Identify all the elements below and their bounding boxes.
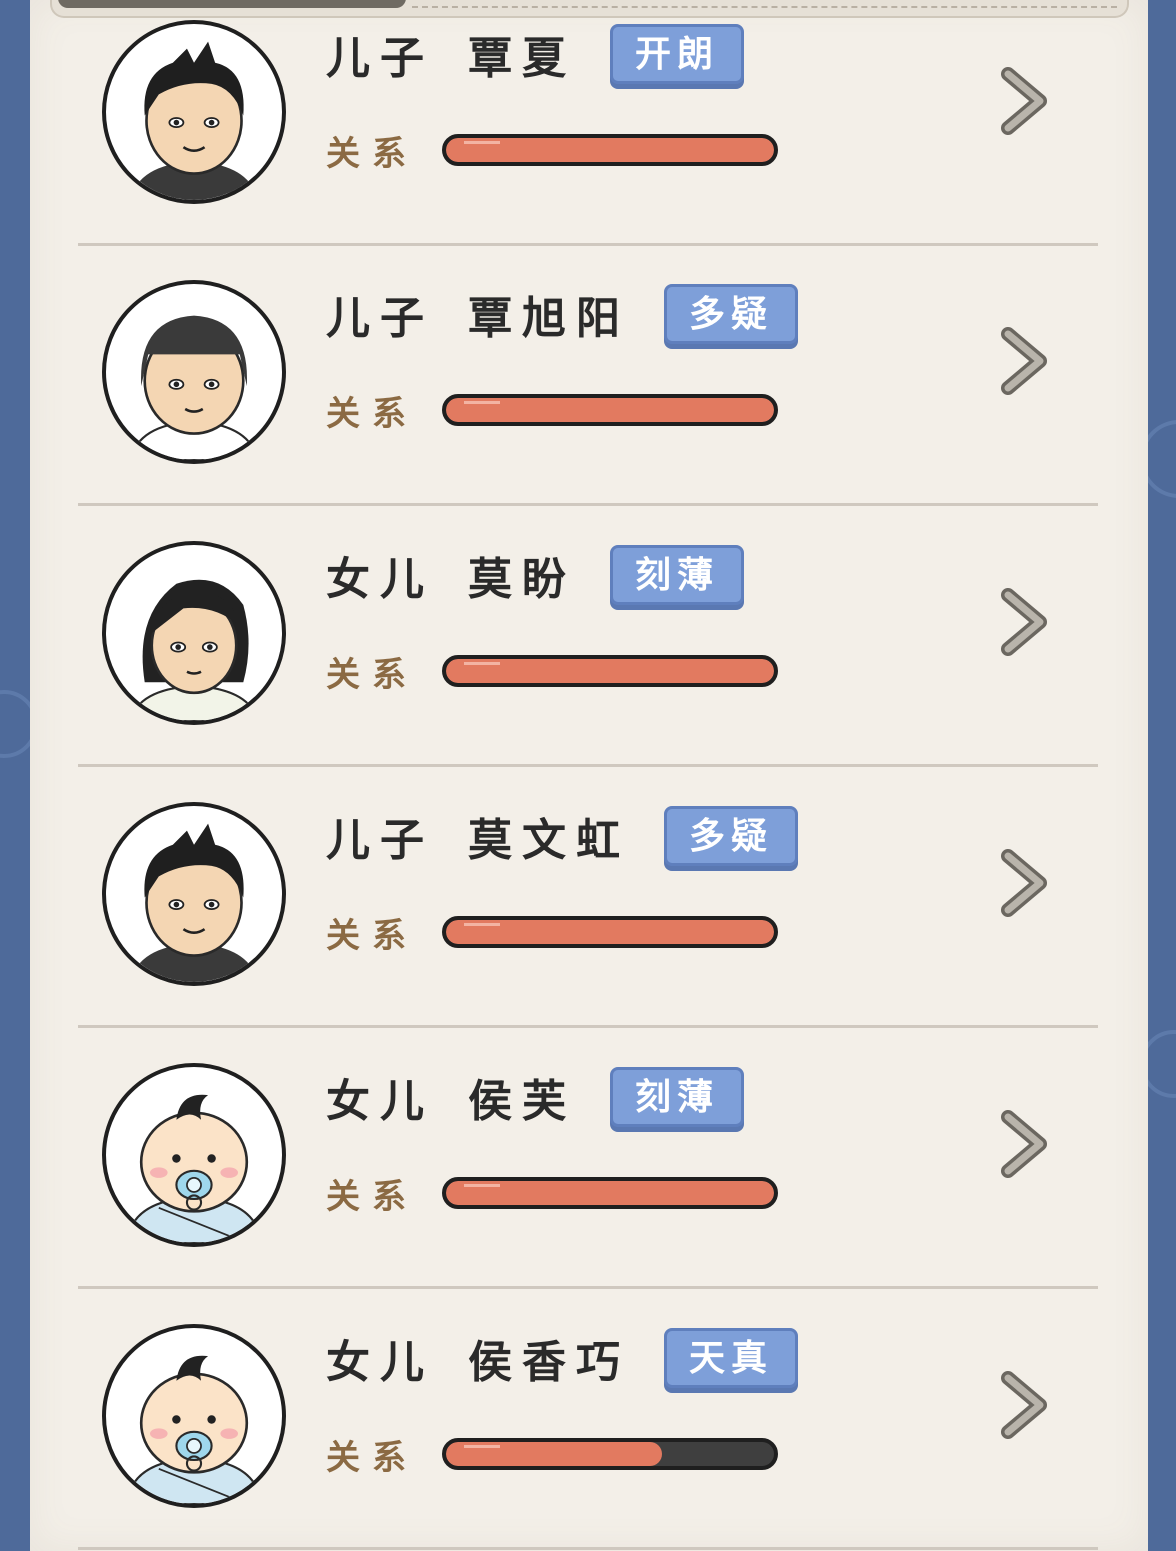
family-member-row[interactable]: 女儿 莫盼 刻薄 关系 bbox=[78, 507, 1098, 767]
member-relation: 女儿 bbox=[326, 1337, 434, 1388]
relationship-label: 关系 bbox=[326, 394, 418, 434]
avatar-adult-male-spiky-hair bbox=[102, 20, 286, 204]
relationship-bar-shine bbox=[464, 1445, 500, 1448]
chevron-right-icon[interactable] bbox=[996, 1109, 1054, 1179]
relationship-bar bbox=[442, 134, 778, 166]
member-name: 侯芙 bbox=[468, 1076, 576, 1127]
row-divider bbox=[78, 503, 1098, 506]
member-relation: 儿子 bbox=[326, 33, 434, 84]
chevron-right-icon[interactable] bbox=[996, 1370, 1054, 1440]
relationship-bar bbox=[442, 655, 778, 687]
relationship-label: 关系 bbox=[326, 1438, 418, 1478]
relationship-bar-shine bbox=[464, 401, 500, 404]
family-member-row[interactable]: 女儿 侯芙 刻薄 关系 bbox=[78, 1029, 1098, 1289]
row-divider bbox=[78, 1286, 1098, 1289]
avatar-adult-female-short-hair bbox=[102, 541, 286, 725]
family-member-row[interactable]: 儿子 覃夏 开朗 关系 bbox=[78, 0, 1098, 246]
member-name: 覃旭阳 bbox=[468, 293, 630, 344]
member-name: 莫文虹 bbox=[468, 815, 630, 866]
chevron-right-icon[interactable] bbox=[996, 66, 1054, 136]
member-name: 覃夏 bbox=[468, 33, 576, 84]
relationship-bar bbox=[442, 394, 778, 426]
chevron-right-icon[interactable] bbox=[996, 587, 1054, 657]
relationship-bar bbox=[442, 1438, 778, 1470]
relationship-bar-shine bbox=[464, 923, 500, 926]
row-divider bbox=[78, 1025, 1098, 1028]
relationship-bar-shine bbox=[464, 141, 500, 144]
relationship-bar bbox=[442, 1177, 778, 1209]
personality-tag: 天真 bbox=[664, 1328, 799, 1388]
avatar-adult-male-spiky-hair bbox=[102, 802, 286, 986]
member-relation: 儿子 bbox=[326, 815, 434, 866]
personality-tag: 多疑 bbox=[664, 806, 799, 866]
personality-tag: 开朗 bbox=[610, 24, 745, 84]
relationship-label: 关系 bbox=[326, 655, 418, 695]
relationship-bar-shine bbox=[464, 1184, 500, 1187]
member-name: 莫盼 bbox=[468, 554, 576, 605]
family-member-row[interactable]: 儿子 莫文虹 多疑 关系 bbox=[78, 768, 1098, 1028]
relationship-bar bbox=[442, 916, 778, 948]
relationship-bar-shine bbox=[464, 662, 500, 665]
avatar-baby-with-pacifier bbox=[102, 1063, 286, 1247]
avatar-adult-male-bowl-cut bbox=[102, 280, 286, 464]
family-member-row[interactable]: 女儿 侯香巧 天真 关系 bbox=[78, 1290, 1098, 1550]
relationship-label: 关系 bbox=[326, 134, 418, 174]
personality-tag: 刻薄 bbox=[610, 545, 745, 605]
relationship-label: 关系 bbox=[326, 916, 418, 956]
row-divider bbox=[78, 764, 1098, 767]
member-relation: 儿子 bbox=[326, 293, 434, 344]
row-divider bbox=[78, 1547, 1098, 1550]
member-relation: 女儿 bbox=[326, 554, 434, 605]
member-name: 侯香巧 bbox=[468, 1337, 630, 1388]
avatar-baby-with-pacifier bbox=[102, 1324, 286, 1508]
member-relation: 女儿 bbox=[326, 1076, 434, 1127]
family-member-row[interactable]: 儿子 覃旭阳 多疑 关系 bbox=[78, 246, 1098, 506]
relationship-label: 关系 bbox=[326, 1177, 418, 1217]
personality-tag: 多疑 bbox=[664, 284, 799, 344]
chevron-right-icon[interactable] bbox=[996, 326, 1054, 396]
chevron-right-icon[interactable] bbox=[996, 848, 1054, 918]
personality-tag: 刻薄 bbox=[610, 1067, 745, 1127]
